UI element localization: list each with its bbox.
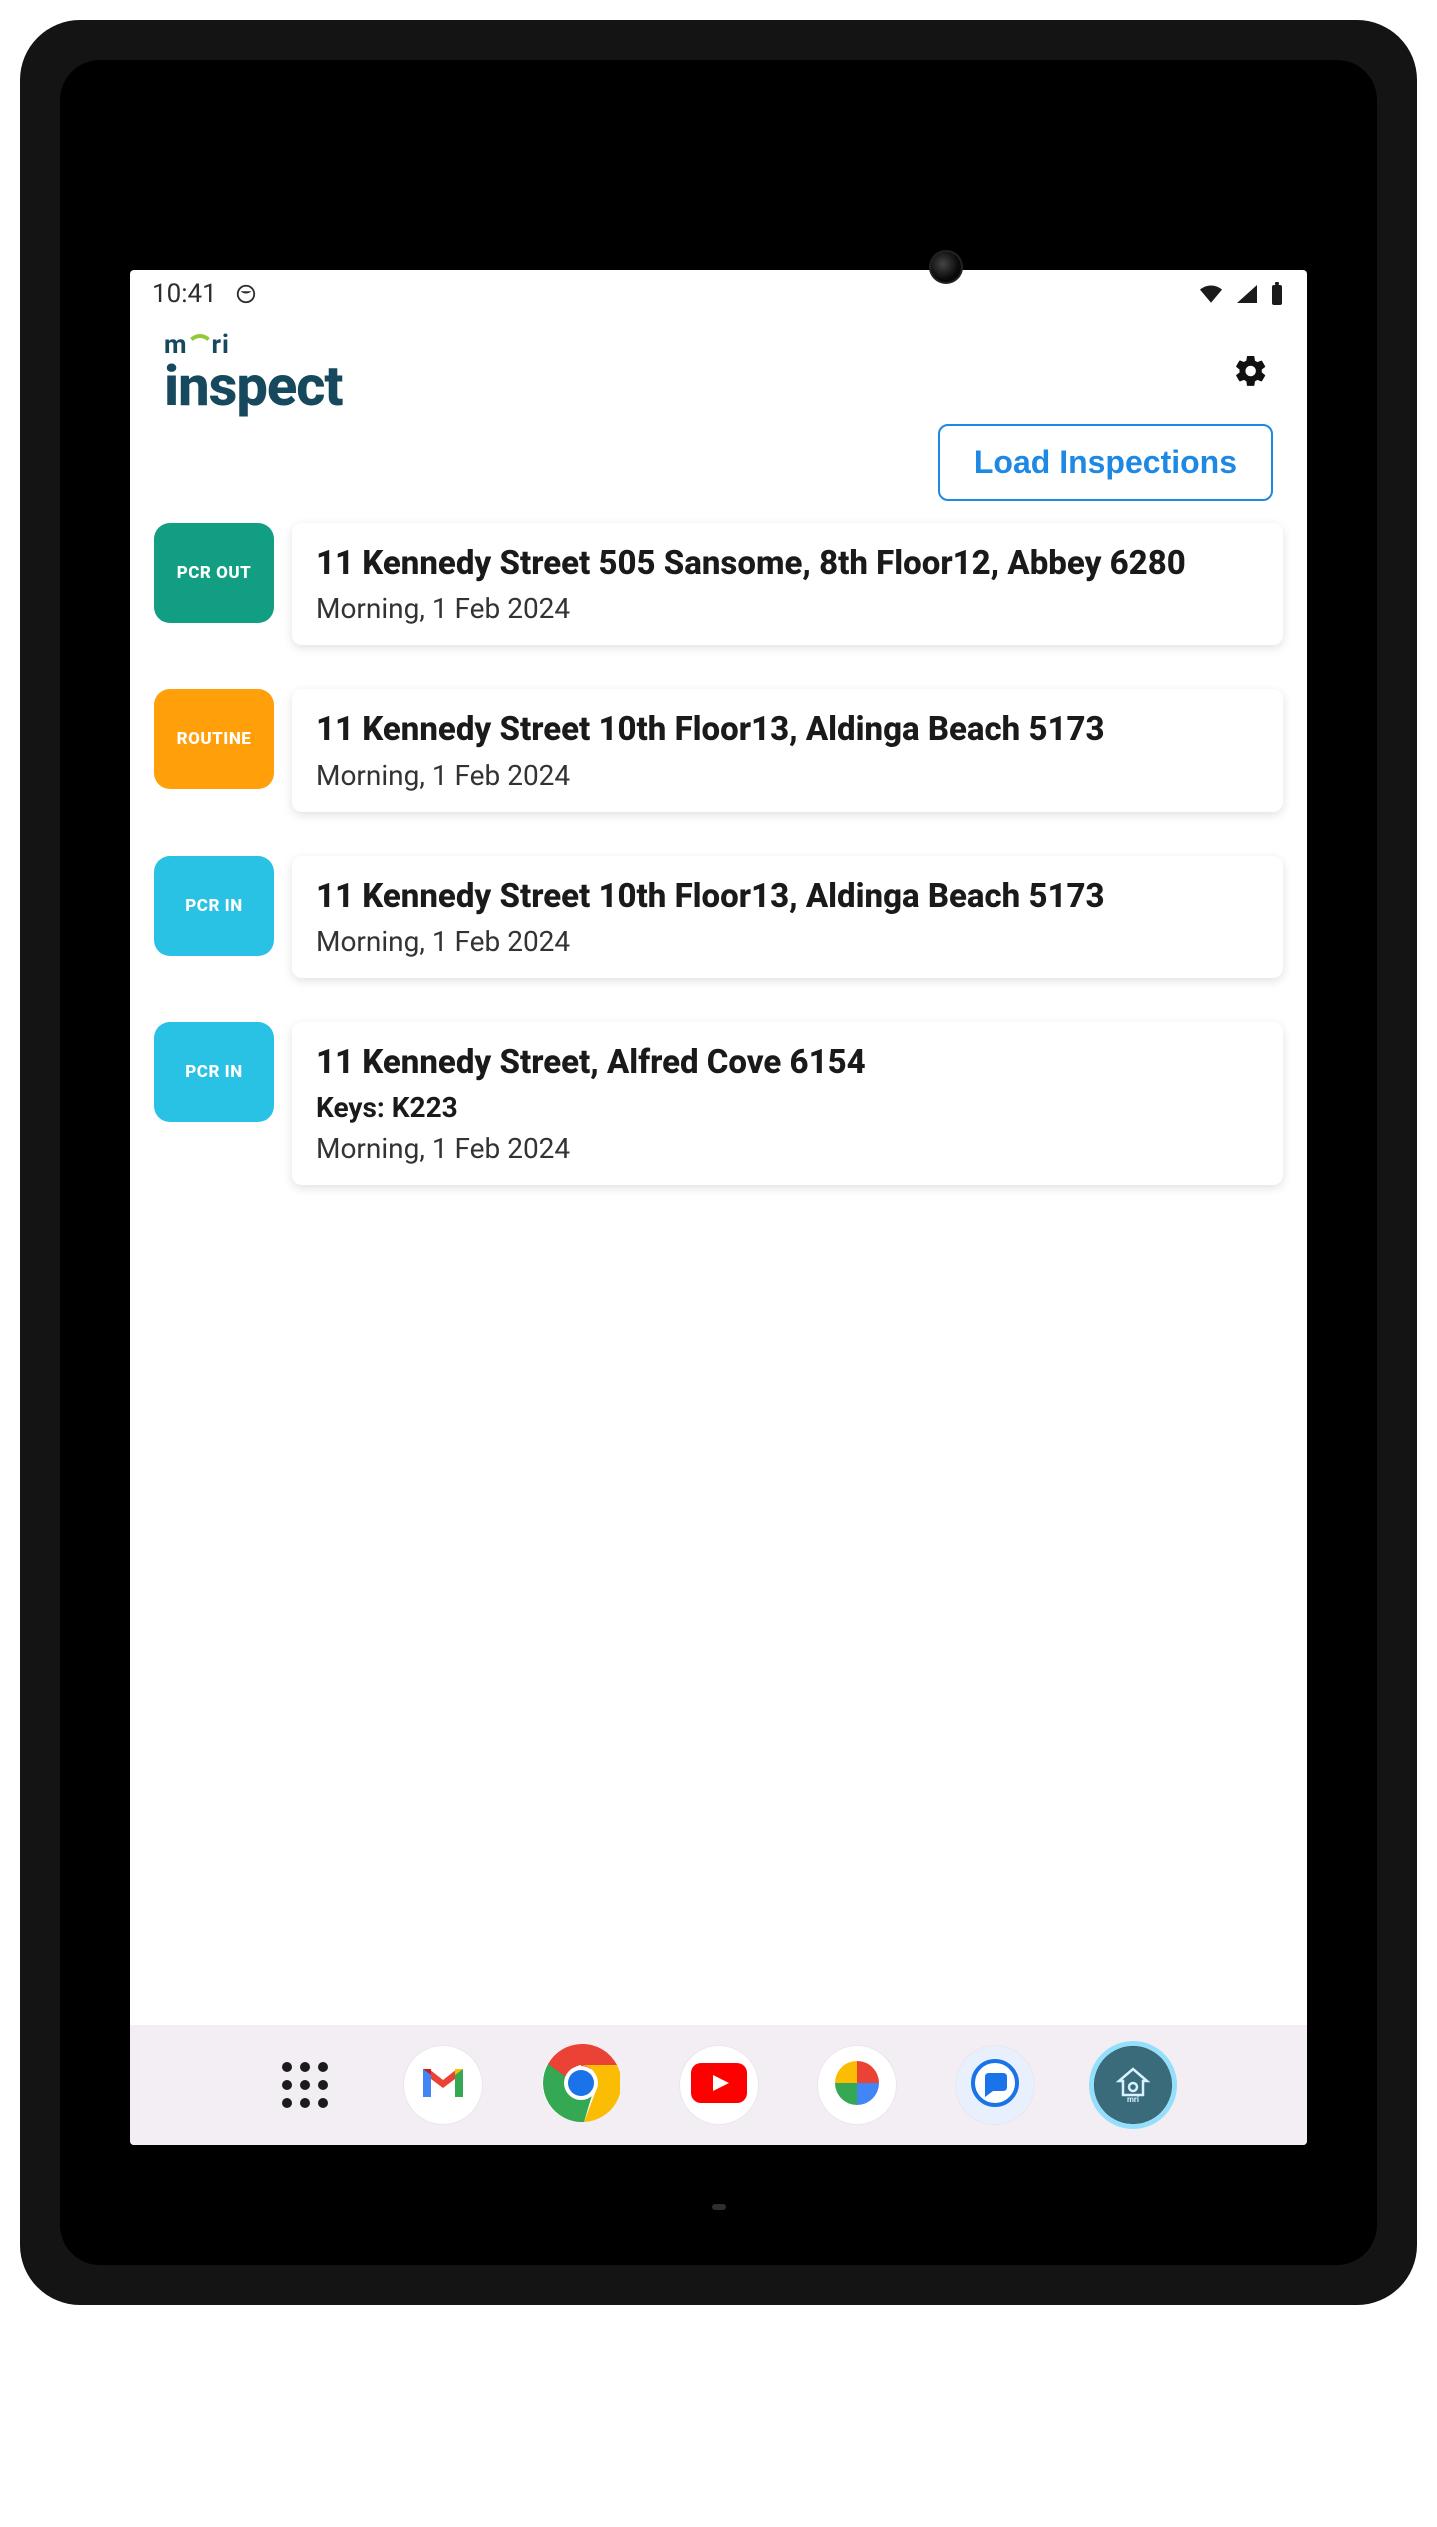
home-indicator [712,2204,726,2210]
app-header: mri inspect [130,318,1307,418]
house-icon: mri [1113,2063,1153,2107]
inspection-datetime: Morning, 1 Feb 2024 [316,759,1259,792]
inspection-address: 11 Kennedy Street 10th Floor13, Aldinga … [316,876,1259,917]
navigation-dock: mri [130,2025,1307,2145]
gmail-icon [419,2065,467,2105]
status-time: 10:41 [152,279,217,309]
app-logo: mri inspect [164,332,343,414]
tablet-bezel: 10:41 [60,60,1377,2265]
device-screen: 10:41 [130,270,1307,2145]
inspection-card[interactable]: 11 Kennedy Street 10th Floor13, Aldinga … [292,689,1283,811]
inspection-row[interactable]: PCR IN11 Kennedy Street, Alfred Cove 615… [154,1022,1283,1185]
inspection-datetime: Morning, 1 Feb 2024 [316,925,1259,958]
messages-app[interactable] [956,2046,1034,2124]
tablet-frame: 10:41 [20,20,1417,2305]
youtube-app[interactable] [680,2046,758,2124]
inspection-keys: Keys: K223 [316,1091,1259,1124]
inspection-type-badge: PCR IN [154,1022,274,1122]
inspection-row[interactable]: PCR OUT 11 Kennedy Street 505 Sansome, 8t… [154,523,1283,645]
inspection-card[interactable]: 11 Kennedy Street, Alfred Cove 6154 Keys:… [292,1022,1283,1185]
inspection-type-badge: ROUTINE [154,689,274,789]
inspection-datetime: Morning, 1 Feb 2024 [316,1132,1259,1165]
inspection-row[interactable]: ROUTINE 11 Kennedy Street 10th Floor13, A… [154,689,1283,811]
settings-button[interactable] [1229,351,1273,395]
inspection-row[interactable]: PCR IN 11 Kennedy Street 10th Floor13, Al… [154,856,1283,978]
gmail-app[interactable] [404,2046,482,2124]
app-drawer-button[interactable] [266,2046,344,2124]
gear-icon [1233,353,1269,393]
toolbar: Load Inspections [130,418,1307,515]
load-inspections-button[interactable]: Load Inspections [938,424,1273,501]
notification-dot-icon [235,283,257,305]
inspection-datetime: Morning, 1 Feb 2024 [316,592,1259,625]
inspection-type-badge: PCR OUT [154,523,274,623]
chrome-app[interactable] [542,2046,620,2124]
chat-bubble-icon [971,2059,1019,2111]
inspection-card[interactable]: 11 Kennedy Street 10th Floor13, Aldinga … [292,856,1283,978]
app-name: inspect [164,358,343,414]
status-bar: 10:41 [130,270,1307,318]
apps-grid-icon [282,2062,328,2108]
chrome-icon [542,2044,620,2126]
inspection-address: 11 Kennedy Street 10th Floor13, Aldinga … [316,709,1259,750]
inspection-address: 11 Kennedy Street, Alfred Cove 6154 [316,1042,1259,1083]
youtube-icon [691,2063,747,2107]
front-camera [929,250,963,284]
svg-text:mri: mri [1127,2095,1139,2103]
photos-app[interactable] [818,2046,896,2124]
inspection-type-badge: PCR IN [154,856,274,956]
battery-icon [1269,282,1285,306]
mri-inspect-app[interactable]: mri [1094,2046,1172,2124]
inspection-card[interactable]: 11 Kennedy Street 505 Sansome, 8th Floor… [292,523,1283,645]
wifi-icon [1197,283,1225,305]
cell-signal-icon [1235,283,1259,305]
photos-icon [831,2057,883,2113]
inspection-list: PCR OUT 11 Kennedy Street 505 Sansome, 8t… [130,515,1307,1193]
inspection-address: 11 Kennedy Street 505 Sansome, 8th Floor… [316,543,1259,584]
